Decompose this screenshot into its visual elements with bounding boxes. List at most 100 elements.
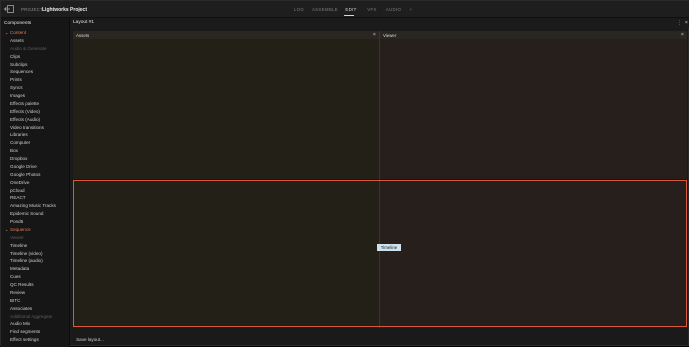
sidebar-item-label: Dropbox	[10, 156, 28, 161]
project-label: PROJECT	[21, 7, 43, 12]
sidebar-item[interactable]: Cues	[1, 273, 70, 281]
sidebar-item[interactable]: REACT	[1, 194, 70, 202]
sidebar-item-label: QC Results	[10, 282, 34, 287]
sidebar-item[interactable]: Metadata	[1, 265, 70, 273]
sidebar-item-label: Find segments	[10, 329, 41, 335]
assets-panel-title: Assets	[76, 32, 90, 38]
top-bar: PROJECT Lightworks Project ⌄ LOG ASSEMBL…	[1, 1, 689, 18]
room-tabs: LOG ASSEMBLE EDIT VFX AUDIO +	[288, 1, 417, 18]
chevron-down-icon[interactable]: ⌄	[78, 6, 82, 12]
sidebar-item[interactable]: Libraries	[1, 131, 70, 139]
sidebar-item[interactable]: Timeline	[1, 242, 70, 250]
sidebar-item-label: Audio & Generate	[10, 45, 47, 51]
sidebar-item[interactable]: Viewer	[1, 234, 70, 242]
app-window: PROJECT Lightworks Project ⌄ LOG ASSEMBL…	[0, 0, 689, 347]
sidebar-item-label: BITC	[10, 297, 21, 303]
sidebar-item[interactable]: Prints	[1, 76, 70, 84]
sidebar-title: Components	[4, 21, 32, 26]
sidebar-item[interactable]: Audio Mix	[1, 320, 70, 328]
assets-panel[interactable]: Assets ×	[73, 31, 379, 179]
sidebar-item-label: Clips	[10, 53, 21, 59]
sidebar-item-label: Timeline (video)	[10, 250, 43, 256]
layout-canvas: Assets × Viewer × Timeline	[73, 31, 687, 328]
sidebar-item-label: Libraries	[10, 132, 28, 138]
sidebar-item[interactable]: QC Results	[1, 281, 70, 289]
sidebar-item[interactable]: Amazing Music Tracks	[1, 202, 70, 210]
sidebar-item[interactable]: Box	[1, 147, 70, 155]
viewer-panel[interactable]: Viewer ×	[380, 31, 687, 179]
tab-log[interactable]: LOG	[288, 1, 310, 18]
timeline-drop-highlight	[73, 180, 687, 327]
sidebar-item[interactable]: Timeline (audio)	[1, 257, 70, 265]
sidebar-item-label: Google Photos	[10, 171, 41, 177]
sidebar-item-label: Content	[10, 30, 27, 35]
tab-vfx[interactable]: VFX	[362, 1, 382, 18]
active-tab-indicator	[344, 15, 354, 16]
sidebar-item[interactable]: Clips	[1, 53, 70, 61]
sidebar-item[interactable]: Images	[1, 92, 70, 100]
sidebar-item[interactable]: BITC	[1, 297, 70, 305]
sidebar-item[interactable]: Audio & Generate	[1, 45, 70, 53]
sidebar-item[interactable]: Additional Aggregate	[1, 313, 70, 321]
sidebar-item[interactable]: Subclips	[1, 61, 70, 69]
close-icon[interactable]: ×	[373, 32, 376, 38]
viewer-panel-body	[380, 39, 687, 179]
sidebar-item-label: Review	[10, 289, 26, 295]
sidebar-item[interactable]: Associates	[1, 305, 70, 313]
sidebar-item[interactable]: Effects palette	[1, 100, 70, 108]
sidebar-group[interactable]: ⌄ Sequence	[1, 226, 70, 234]
sidebar-item-label: Cues	[10, 274, 21, 280]
sidebar-item-label: Epidemic Sound	[10, 211, 44, 217]
assets-panel-header[interactable]: Assets ×	[73, 31, 379, 39]
exit-icon-graphic	[3, 5, 14, 13]
sidebar-item[interactable]: Google Photos	[1, 171, 70, 179]
sidebar-item-label: Assets	[10, 37, 24, 43]
sidebar-item-label: pCloud	[10, 187, 25, 193]
kebab-menu-icon[interactable]: ⋮	[677, 20, 682, 26]
sidebar-item[interactable]: OneDrive	[1, 179, 70, 187]
tab-assemble[interactable]: ASSEMBLE	[310, 1, 340, 18]
viewer-panel-title: Viewer	[383, 32, 397, 38]
sidebar-item-label: REACT	[10, 195, 26, 201]
sidebar-item[interactable]: Sequences	[1, 68, 70, 76]
sidebar-item[interactable]: Video transitions	[1, 124, 70, 132]
viewer-panel-header[interactable]: Viewer ×	[380, 31, 687, 39]
close-icon[interactable]: ×	[685, 20, 688, 26]
exit-icon[interactable]	[3, 5, 14, 13]
assets-panel-body	[73, 39, 379, 179]
layout-header: Layout #1 ⋮ ×	[70, 18, 689, 28]
sidebar-item[interactable]: Find segments	[1, 328, 70, 336]
timeline-drag-label[interactable]: Timeline	[377, 244, 401, 251]
sidebar-item[interactable]: Effect settings	[1, 336, 70, 344]
sidebar-item[interactable]: pCloud	[1, 187, 70, 195]
sidebar-item[interactable]: Computer	[1, 139, 70, 147]
close-icon[interactable]: ×	[681, 32, 684, 38]
sidebar-item-label: Google Drive	[10, 163, 37, 169]
sidebar-item-label: Effects palette	[10, 100, 40, 106]
tab-audio[interactable]: AUDIO	[382, 1, 405, 18]
layout-title: Layout #1	[73, 20, 95, 25]
sidebar-item-label: Sequences	[10, 69, 33, 75]
sidebar-item-label: OneDrive	[10, 179, 30, 185]
components-sidebar: Components ⌄ Content Assets Audio & Generat…	[1, 18, 70, 347]
sidebar-item[interactable]: Syncs	[1, 84, 70, 92]
sidebar-item[interactable]: Effects (Audio)	[1, 116, 70, 124]
sidebar-item[interactable]: Pond5	[1, 218, 70, 226]
sidebar-item-label: Syncs	[10, 85, 23, 91]
sidebar-item-label: Associates	[10, 305, 33, 311]
sidebar-item[interactable]: Review	[1, 289, 70, 297]
sidebar-item-label: Pond5	[10, 219, 24, 224]
save-layout-button[interactable]: Save layout...	[73, 335, 107, 344]
sidebar-item[interactable]: Timeline (video)	[1, 250, 70, 258]
sidebar-item-label: Effects (Video)	[10, 108, 40, 114]
sidebar-item-label: Effects (Audio)	[10, 116, 41, 122]
sidebar-item[interactable]: Google Drive	[1, 163, 70, 171]
sidebar-item-label: Sequence	[10, 226, 31, 232]
sidebar-group[interactable]: ⌄ Content	[1, 29, 70, 37]
sidebar-item[interactable]: Epidemic Sound	[1, 210, 70, 218]
sidebar-item-label: Images	[10, 93, 26, 98]
sidebar-item[interactable]: Assets	[1, 37, 70, 45]
add-room-button[interactable]: +	[405, 1, 417, 18]
sidebar-item[interactable]: Effects (Video)	[1, 108, 70, 116]
sidebar-item[interactable]: Dropbox	[1, 155, 70, 163]
